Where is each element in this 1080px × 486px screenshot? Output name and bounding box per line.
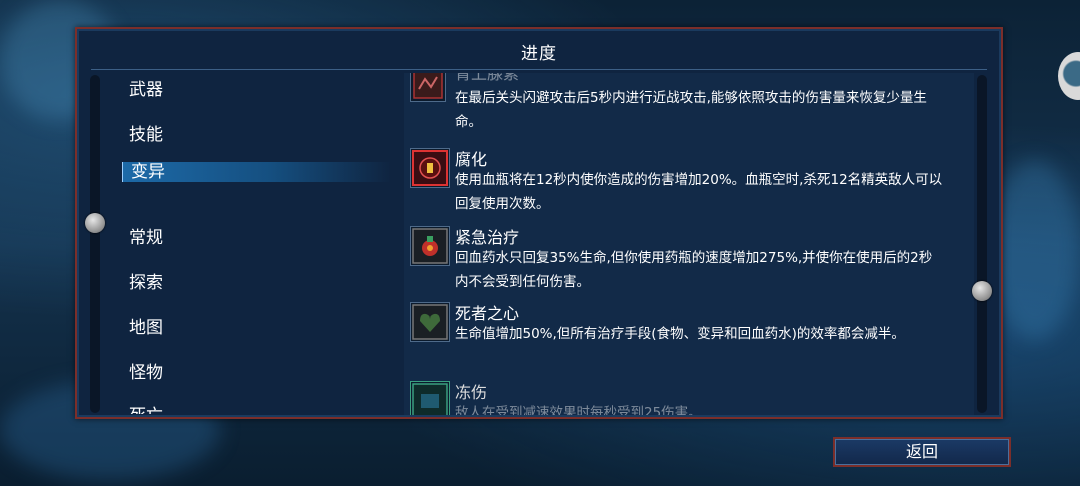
category-list: 武器 技能 变异 常规 探索 地图 怪物 死亡 — [107, 69, 397, 414]
item-description: 使用血瓶将在12秒内使你造成的伤害增加20%。血瓶空时,杀死12名精英敌人可以回… — [455, 172, 943, 212]
mutation-list[interactable]: 肾上腺素 在最后关头闪避攻击后5秒内进行近战攻击,能够依照攻击的伤害量来恢复少量… — [404, 73, 974, 415]
category-general[interactable]: 常规 — [129, 223, 163, 248]
item-name: 腐化 — [455, 150, 488, 169]
adrenaline-icon — [410, 73, 446, 102]
category-scroll-knob[interactable] — [85, 213, 105, 233]
item-name: 肾上腺素 — [455, 73, 520, 83]
item-description: 在最后关头闪避攻击后5秒内进行近战攻击,能够依照攻击的伤害量来恢复少量生命。 — [455, 90, 927, 130]
frostbite-icon — [410, 381, 450, 415]
emergency-heal-icon — [410, 226, 450, 266]
corruption-icon — [410, 148, 450, 188]
item-name: 紧急治疗 — [455, 228, 520, 247]
dead-heart-icon — [410, 302, 450, 342]
item-description: 回血药水只回复35%生命,但你使用药瓶的速度增加275%,并使你在使用后的2秒内… — [455, 250, 933, 290]
item-description: 生命值增加50%,但所有治疗手段(食物、变异和回血药水)的效率都会减半。 — [455, 326, 905, 342]
category-monsters[interactable]: 怪物 — [129, 358, 163, 383]
panel-title: 进度 — [521, 44, 557, 64]
item-description: 敌人在受到减速效果时每秒受到25伤害。 — [455, 405, 702, 415]
category-exploration[interactable]: 探索 — [129, 268, 163, 293]
category-skills[interactable]: 技能 — [129, 120, 163, 145]
item-name: 死者之心 — [455, 304, 520, 323]
back-button[interactable]: 返回 — [833, 437, 1011, 467]
item-name: 冻伤 — [455, 383, 488, 402]
content-scroll-knob[interactable] — [972, 281, 992, 301]
category-mutations[interactable]: 变异 — [122, 162, 391, 182]
content-scrollbar[interactable] — [972, 75, 992, 413]
category-weapons[interactable]: 武器 — [129, 75, 163, 100]
category-scrollbar[interactable] — [85, 75, 105, 413]
progress-panel: 进度 武器 技能 变异 常规 探索 地图 怪物 死亡 肾上腺素 在最后关头闪避攻… — [75, 27, 1003, 419]
category-death[interactable]: 死亡 — [129, 401, 163, 414]
side-menu-handle[interactable] — [1058, 52, 1080, 100]
category-map[interactable]: 地图 — [129, 313, 163, 338]
